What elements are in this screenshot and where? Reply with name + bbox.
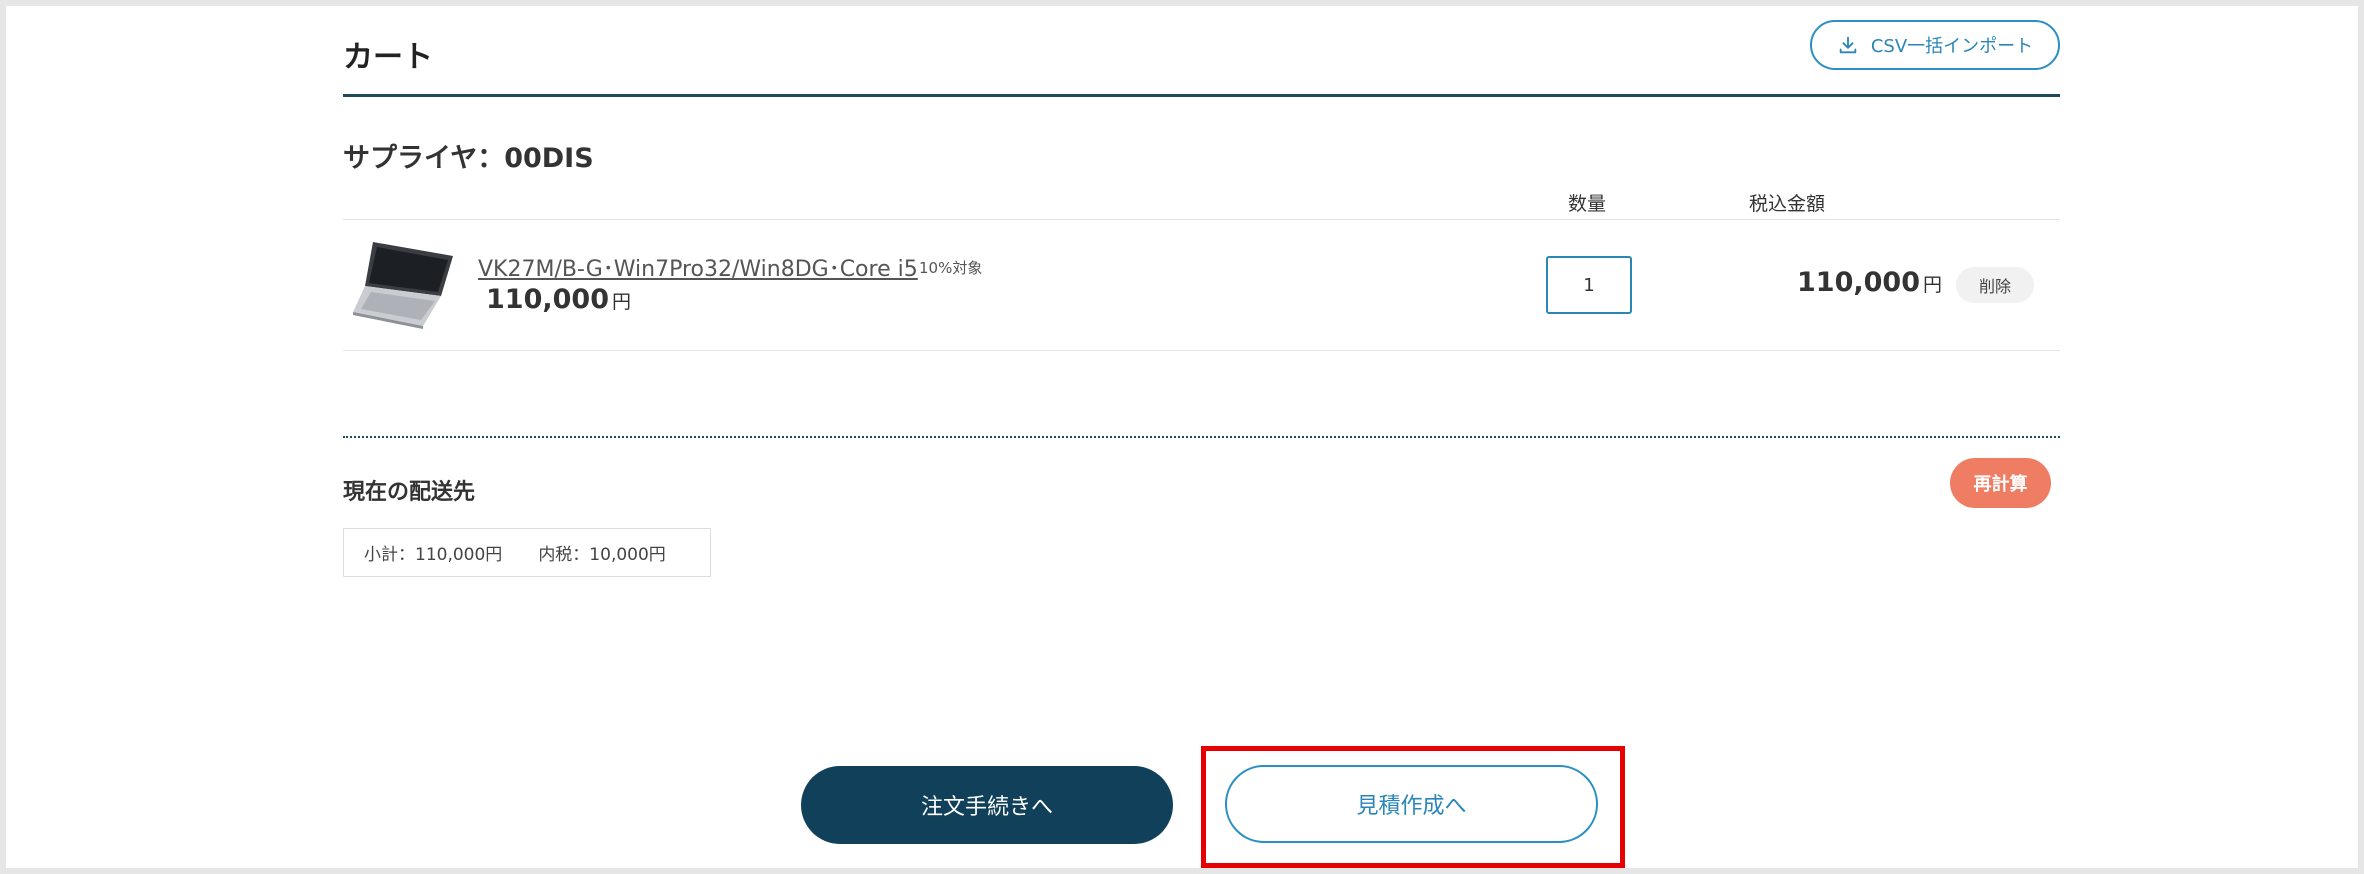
unit-price-currency: 円 [611,291,631,313]
quantity-input[interactable] [1546,256,1632,314]
column-header-price: 税込金額 [1749,193,1826,215]
page-frame: カート CSV一括インポート サプライヤ：00DIS 数量 税込金額 VK27M… [6,6,2358,868]
unit-price-value: 110,000 [486,284,609,315]
create-quote-button[interactable]: 見積作成へ [1225,765,1598,843]
header-divider [343,94,2060,97]
product-name-link[interactable]: VK27M/B-G･Win7Pro32/Win8DG･Core i5 [478,251,918,283]
price-summary: 小計：110,000円 内税：10,000円 [343,528,711,577]
unit-price: 110,000 円 [486,284,631,315]
row-total-price: 110,000 円 [1797,267,1942,298]
delete-button[interactable]: 削除 [1956,267,2034,303]
row-divider-top [343,219,2060,220]
delivery-heading: 現在の配送先 [343,480,476,505]
csv-import-label: CSV一括インポート [1870,36,2034,57]
row-total-value: 110,000 [1797,267,1920,298]
supplier-heading: サプライヤ：00DIS [343,143,594,174]
recalculate-button[interactable]: 再計算 [1950,458,2051,508]
row-divider-bottom [343,350,2060,351]
row-total-currency: 円 [1922,274,1942,296]
tax-included-text: 内税：10,000円 [538,545,666,565]
page-title: カート [343,40,433,75]
download-icon [1839,36,1857,54]
column-header-quantity: 数量 [1568,193,1607,215]
laptop-thumbnail [353,242,453,329]
subtotal-text: 小計：110,000円 [364,545,503,565]
proceed-to-order-button[interactable]: 注文手続きへ [801,766,1173,844]
dotted-divider [343,436,2060,438]
tax-rate-note: 10%対象 [919,259,983,277]
csv-import-button[interactable]: CSV一括インポート [1810,20,2060,70]
